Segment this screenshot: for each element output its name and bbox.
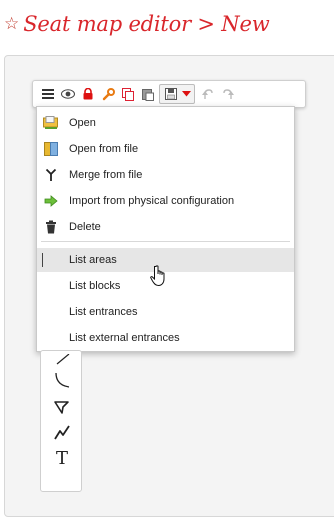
menu-item-label: List areas — [69, 254, 117, 266]
menu-item-label: List blocks — [69, 280, 121, 292]
eye-icon[interactable] — [59, 85, 77, 103]
menu-item-list-entrances[interactable]: List entrances — [37, 300, 294, 324]
page-title-text: Seat map editor > New — [23, 12, 270, 36]
lock-icon[interactable] — [79, 85, 97, 103]
file-open-icon — [43, 141, 59, 157]
menu-item-delete[interactable]: Delete — [37, 215, 294, 239]
editor-toolbar — [32, 80, 306, 108]
menu-item-label: Import from physical configuration — [69, 195, 235, 207]
save-button-group[interactable] — [159, 84, 195, 104]
menu-item-label: List external entrances — [69, 332, 180, 344]
menu-item-label: Merge from file — [69, 169, 143, 181]
trash-icon — [43, 219, 59, 235]
hand-cursor-icon — [150, 265, 168, 291]
text-tool-icon[interactable]: T — [51, 447, 73, 469]
copy-icon[interactable] — [119, 85, 137, 103]
merge-icon — [43, 167, 59, 183]
menu-item-list-external-entrances[interactable]: List external entrances — [37, 326, 294, 350]
drawing-tools-panel: T — [40, 350, 82, 492]
caret-down-icon[interactable] — [180, 85, 192, 103]
hamburger-icon[interactable] — [39, 85, 57, 103]
redo-icon[interactable] — [219, 85, 237, 103]
polygon-tool-icon[interactable] — [51, 395, 73, 417]
menu-item-import-physical[interactable]: Import from physical configuration — [37, 189, 294, 213]
open-folder-icon — [43, 115, 59, 131]
arc-tool-icon[interactable] — [51, 369, 73, 391]
menu-item-label: Open from file — [69, 143, 139, 155]
menu-item-open-from-file[interactable]: Open from file — [37, 137, 294, 161]
menu-item-merge-from-file[interactable]: Merge from file — [37, 163, 294, 187]
wrench-icon[interactable] — [99, 85, 117, 103]
page-title: ☆ Seat map editor > New — [4, 10, 270, 38]
menu-item-label: List entrances — [69, 306, 138, 318]
polyline-tool-icon[interactable] — [51, 421, 73, 443]
editor-menu-dropdown: Open Open from file Merge from file Impo… — [36, 106, 295, 352]
star-outline-icon[interactable]: ☆ — [4, 14, 19, 34]
paste-icon[interactable] — [139, 85, 157, 103]
menu-item-label: Delete — [69, 221, 101, 233]
menu-item-label: Open — [69, 117, 96, 129]
import-icon — [43, 193, 59, 209]
floppy-icon[interactable] — [162, 85, 180, 103]
menu-item-open[interactable]: Open — [37, 111, 294, 135]
undo-icon[interactable] — [199, 85, 217, 103]
menu-divider — [41, 241, 290, 242]
